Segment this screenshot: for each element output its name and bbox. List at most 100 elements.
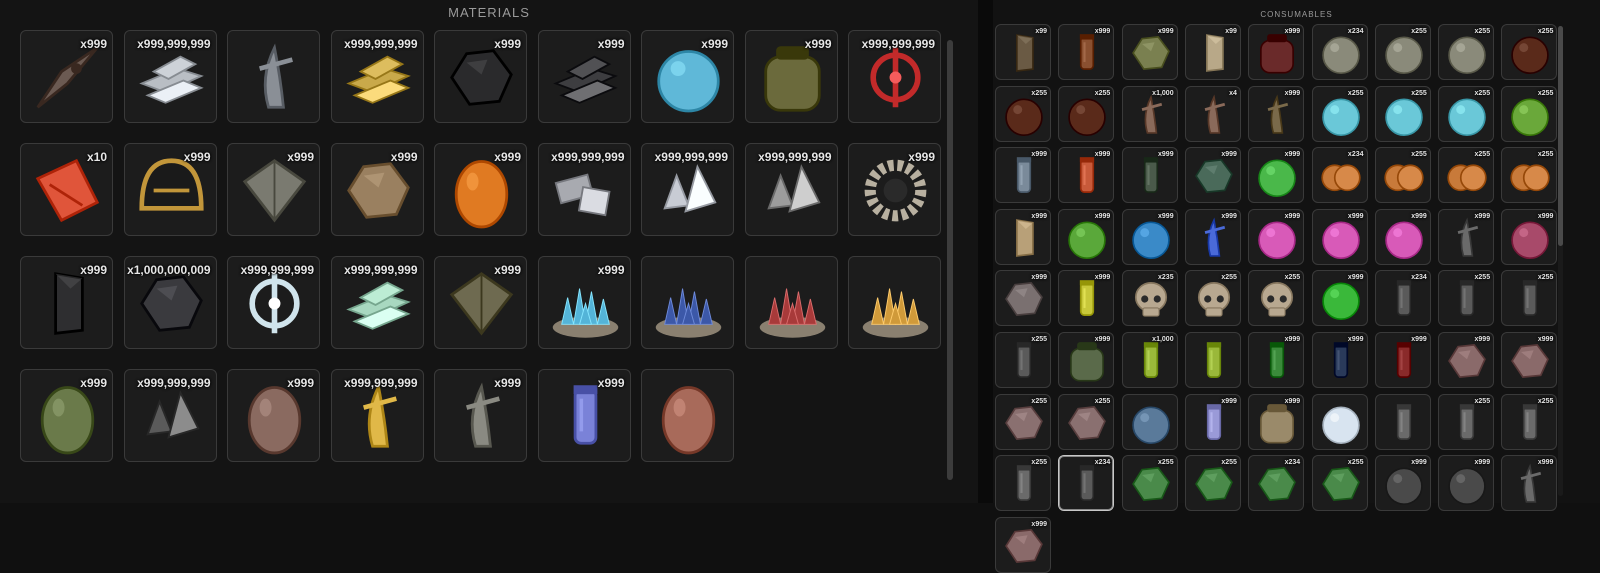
consumables-scrollbar-thumb[interactable] [1558, 26, 1563, 246]
consumables-slot-citrus-slices[interactable]: x255 [1438, 147, 1495, 204]
consumables-slot-green-spore-orb[interactable]: x999 [1248, 147, 1305, 204]
materials-slot-glowing-vial[interactable]: x999 [537, 369, 631, 462]
consumables-slot-dark-bomb[interactable]: x255 [995, 85, 1051, 142]
consumables-slot-navy-tube[interactable]: x999 [1311, 332, 1368, 388]
consumables-slot-spiked-flask[interactable]: x999 [1248, 24, 1305, 80]
materials-slot-woven-pelt[interactable]: x999 [434, 256, 527, 349]
consumables-slot-raw-meat[interactable]: x255 [995, 393, 1051, 450]
consumables-slot-yellow-vial[interactable]: x999 [1058, 270, 1115, 327]
materials-scrollbar[interactable] [947, 40, 953, 480]
consumables-slot-carved-jar[interactable]: x999 [1248, 393, 1305, 450]
consumables-slot-green-bulb[interactable]: x999 [1058, 208, 1115, 265]
consumables-slot-iron-lantern[interactable]: x255 [1438, 270, 1495, 327]
consumables-slot-steel-canister[interactable]: x255 [1501, 393, 1558, 450]
consumables-slot-iron-lantern[interactable]: x255 [995, 332, 1051, 388]
materials-slot-red-sigil[interactable]: x999,999,999 [848, 30, 941, 123]
consumables-slot-raw-meat[interactable]: x999 [995, 516, 1051, 573]
materials-scrollbar-thumb[interactable] [947, 40, 953, 480]
materials-slot-lava-egg[interactable]: x999 [434, 143, 527, 236]
consumables-slot-stone-sphere[interactable]: x255 [1438, 24, 1495, 80]
consumables-slot-iron-lantern[interactable]: x234 [1374, 270, 1431, 327]
consumables-slot-torch[interactable]: x999 [995, 147, 1051, 204]
materials-slot-blue-crystal-nest[interactable]: x999 [537, 256, 631, 349]
materials-slot-gold-flame-idol[interactable]: x999,999,999 [330, 369, 424, 462]
consumables-slot-dark-bomb[interactable]: x255 [1058, 85, 1115, 142]
consumables-slot-dark-bomb[interactable]: x255 [1501, 24, 1558, 80]
consumables-slot-blue-dart[interactable]: x999 [1184, 208, 1241, 265]
consumables-slot-ice-shell[interactable]: x255 [1438, 85, 1495, 142]
consumables-slot-green-tube[interactable]: x1,000 [1121, 332, 1178, 388]
materials-slot-grey-stones[interactable]: x999,999,999 [744, 143, 838, 236]
materials-slot-white-shards[interactable]: x999,999,999 [641, 143, 734, 236]
consumables-slot-stone-head[interactable]: x999 [995, 270, 1051, 327]
consumables-slot-sealed-cauldron[interactable]: x999 [1058, 332, 1115, 388]
consumables-slot-pink-blossom[interactable]: x999 [1374, 208, 1431, 265]
materials-slot-coiled-tentacle[interactable] [641, 369, 734, 462]
materials-slot-scaled-hide[interactable]: x999 [227, 143, 320, 236]
consumables-slot-stone-sphere[interactable]: x234 [1311, 24, 1368, 80]
consumables-slot-supply-crate[interactable]: x99 [995, 24, 1051, 80]
consumables-slot-raw-meat[interactable]: x255 [1058, 393, 1115, 450]
consumables-slot-skull-relic[interactable]: x255 [1184, 270, 1241, 327]
consumables-slot-flask-bottle[interactable]: x999 [1058, 24, 1115, 80]
materials-slot-amber-cluster[interactable] [848, 256, 941, 349]
consumables-slot-pink-blossom[interactable]: x999 [1311, 208, 1368, 265]
materials-slot-glowing-orb-nest[interactable]: x999 [641, 30, 734, 123]
consumables-slot-ice-shell[interactable]: x255 [1374, 85, 1431, 142]
consumables-slot-citrus-slices[interactable]: x255 [1501, 147, 1558, 204]
materials-slot-eye-fragment[interactable]: x999 [330, 143, 424, 236]
consumables-slot-dried-root[interactable]: x1,000 [1121, 85, 1178, 142]
consumables-slot-dark-bottle[interactable]: x999 [1121, 147, 1178, 204]
consumables-slot-thorn-twig[interactable]: x999 [1248, 85, 1305, 142]
consumables-slot-green-idol[interactable]: x999 [1184, 147, 1241, 204]
consumables-slot-dried-root[interactable]: x4 [1184, 85, 1241, 142]
materials-slot-jade-ingots[interactable]: x999,999,999 [330, 256, 424, 349]
materials-slot-gold-ingots[interactable]: x999,999,999 [330, 30, 424, 123]
consumables-slot-red-tube[interactable]: x999 [1374, 332, 1431, 388]
materials-slot-twisted-horn[interactable]: x999 [434, 369, 527, 462]
materials-slot-armored-cocoon[interactable]: x999 [227, 369, 320, 462]
consumables-slot-dark-needle[interactable]: x999 [1438, 208, 1495, 265]
consumables-slot-steel-canister[interactable] [1374, 393, 1431, 450]
consumables-slot-ice-shell[interactable]: x255 [1311, 85, 1368, 142]
consumables-slot-syringe[interactable]: x999 [1058, 147, 1115, 204]
consumables-slot-moon-orb[interactable] [1311, 393, 1368, 450]
materials-slot-mechanical-claw[interactable] [227, 30, 320, 123]
consumables-slot-lavender-tube[interactable]: x999 [1184, 393, 1241, 450]
materials-slot-sapphire-cluster[interactable] [641, 256, 734, 349]
materials-slot-thorn-pod[interactable]: x999 [20, 369, 113, 462]
materials-slot-stone-fragments[interactable]: x999,999,999 [123, 369, 217, 462]
materials-slot-coal-lump[interactable]: x999 [434, 30, 527, 123]
consumables-slot-bandage-roll[interactable]: x999 [995, 208, 1051, 265]
consumables-slot-skull-relic[interactable]: x255 [1248, 270, 1305, 327]
consumables-slot-herb-pile[interactable]: x999 [1121, 24, 1178, 80]
materials-slot-red-crystal-bar[interactable]: x10 [20, 143, 113, 236]
consumables-slot-scroll-roll[interactable]: x99 [1184, 24, 1241, 80]
consumables-slot-raw-meat[interactable]: x999 [1501, 332, 1558, 388]
consumables-slot-spore-sphere[interactable]: x999 [1501, 208, 1558, 265]
materials-slot-pale-glyph[interactable]: x999,999,999 [227, 256, 320, 349]
materials-slot-gold-helmet[interactable]: x999 [123, 143, 217, 236]
consumables-slot-skull-relic[interactable]: x235 [1121, 270, 1178, 327]
consumables-slot-green-tube[interactable] [1184, 332, 1241, 388]
materials-slot-sealed-jar[interactable]: x999 [744, 30, 838, 123]
consumables-scrollbar[interactable] [1558, 26, 1563, 496]
consumables-slot-iron-lantern[interactable]: x255 [1501, 270, 1558, 327]
materials-slot-dark-ore-chunks[interactable]: x1,000,000,009 [123, 256, 217, 349]
materials-slot-obsidian-block[interactable]: x999 [20, 256, 113, 349]
consumables-slot-citrus-slices[interactable]: x255 [1374, 147, 1431, 204]
materials-slot-metal-scraps[interactable]: x999,999,999 [537, 143, 631, 236]
materials-slot-silver-ingots[interactable]: x999,999,999 [123, 30, 217, 123]
consumables-slot-frost-orb[interactable] [1121, 393, 1178, 450]
consumables-slot-green-fruit[interactable]: x255 [1501, 85, 1558, 142]
materials-slot-bone-wreath[interactable]: x999 [848, 143, 941, 236]
consumables-slot-pink-blossom[interactable]: x999 [1248, 208, 1305, 265]
materials-slot-ruby-cluster[interactable] [744, 256, 838, 349]
materials-slot-creature-skull-material[interactable]: x999 [20, 30, 113, 123]
consumables-slot-steel-canister[interactable]: x255 [1438, 393, 1495, 450]
consumables-slot-citrus-slices[interactable]: x234 [1311, 147, 1368, 204]
consumables-slot-ringed-globe[interactable]: x999 [1121, 208, 1178, 265]
consumables-slot-green-flask[interactable]: x999 [1311, 270, 1368, 327]
consumables-slot-dark-green-tube[interactable]: x999 [1248, 332, 1305, 388]
consumables-slot-stone-sphere[interactable]: x255 [1374, 24, 1431, 80]
